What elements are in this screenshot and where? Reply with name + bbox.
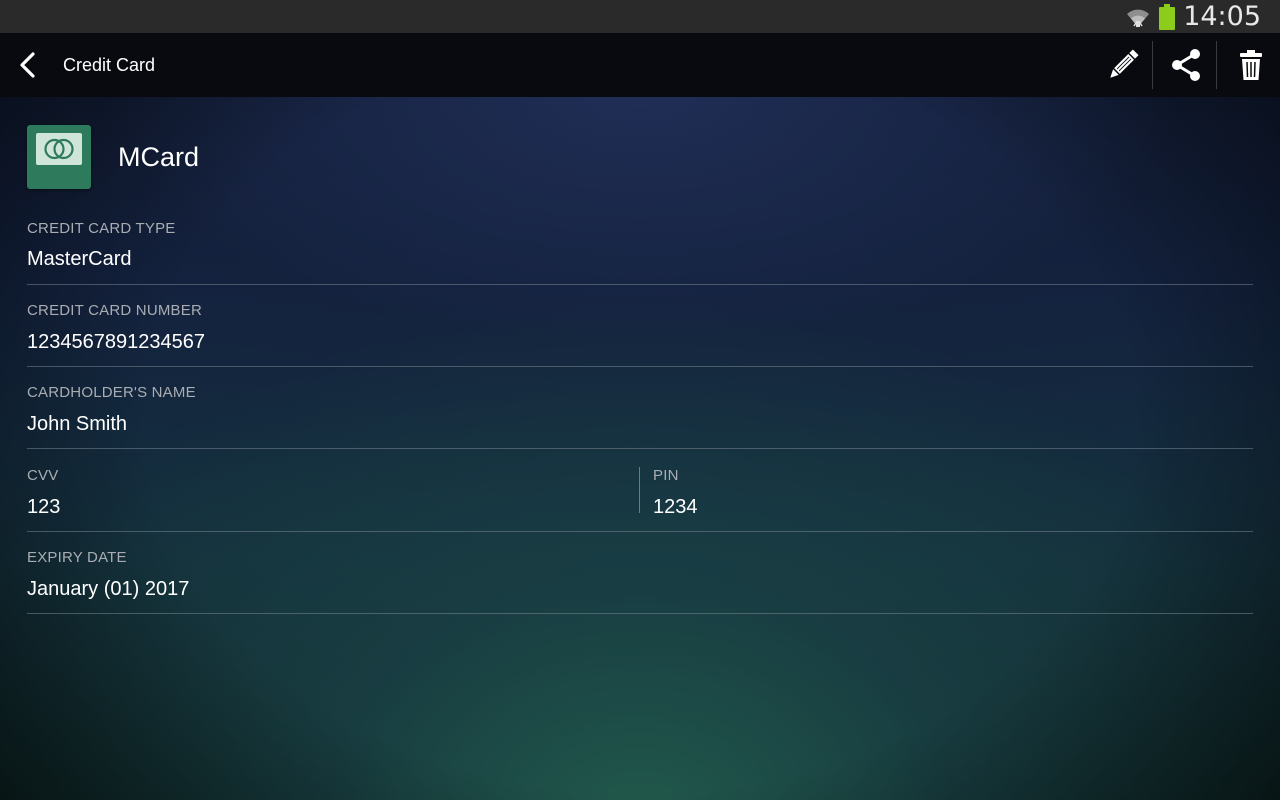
battery-icon <box>1159 3 1176 30</box>
field-value: 1234567891234567 <box>27 331 205 353</box>
field-label: CREDIT CARD NUMBER <box>27 302 203 319</box>
mastercard-icon <box>27 125 91 189</box>
field-card-number: CREDIT CARD NUMBER 1234567891234567 <box>27 285 1253 367</box>
status-bar: 14:05 <box>0 0 1280 33</box>
field-cardholder: CARDHOLDER'S NAME John Smith <box>27 367 1253 449</box>
column-divider <box>639 467 640 513</box>
field-pin: PIN 1234 <box>653 449 1253 530</box>
item-header: MCard <box>27 97 1253 207</box>
field-label: PIN <box>653 467 679 484</box>
delete-button[interactable] <box>1222 33 1280 97</box>
field-cvv: CVV 123 <box>27 449 627 530</box>
field-value: January (01) 2017 <box>27 578 190 600</box>
edit-button[interactable] <box>1094 33 1152 97</box>
action-separator <box>1152 41 1153 89</box>
field-label: EXPIRY DATE <box>27 549 127 566</box>
delete-icon <box>1240 50 1262 80</box>
page-title: Credit Card <box>63 55 156 75</box>
field-value: MasterCard <box>27 248 132 270</box>
field-expiry: EXPIRY DATE January (01) 2017 <box>27 532 1253 614</box>
action-separator <box>1216 41 1217 89</box>
field-label: CREDIT CARD TYPE <box>27 220 176 237</box>
field-label: CVV <box>27 467 59 484</box>
item-name: MCard <box>118 142 200 172</box>
share-button[interactable] <box>1156 33 1216 97</box>
field-card-type: CREDIT CARD TYPE MasterCard <box>27 207 1253 285</box>
wifi-icon <box>1127 9 1150 27</box>
back-icon[interactable] <box>17 51 39 79</box>
edit-icon <box>1110 49 1139 78</box>
field-label: CARDHOLDER'S NAME <box>27 384 196 401</box>
status-time: 14:05 <box>1183 1 1261 32</box>
card-details: MCard CREDIT CARD TYPE MasterCard CREDIT… <box>27 97 1253 614</box>
screen: 14:05 Credit Card MCard CREDIT CARD TYPE… <box>0 0 1280 800</box>
field-value: John Smith <box>27 413 128 435</box>
field-cvv-pin: CVV 123 PIN 1234 <box>27 449 1253 532</box>
share-icon <box>1172 49 1200 81</box>
field-value: 1234 <box>653 496 698 518</box>
field-value: 123 <box>27 496 61 518</box>
action-bar: Credit Card <box>0 33 1280 97</box>
